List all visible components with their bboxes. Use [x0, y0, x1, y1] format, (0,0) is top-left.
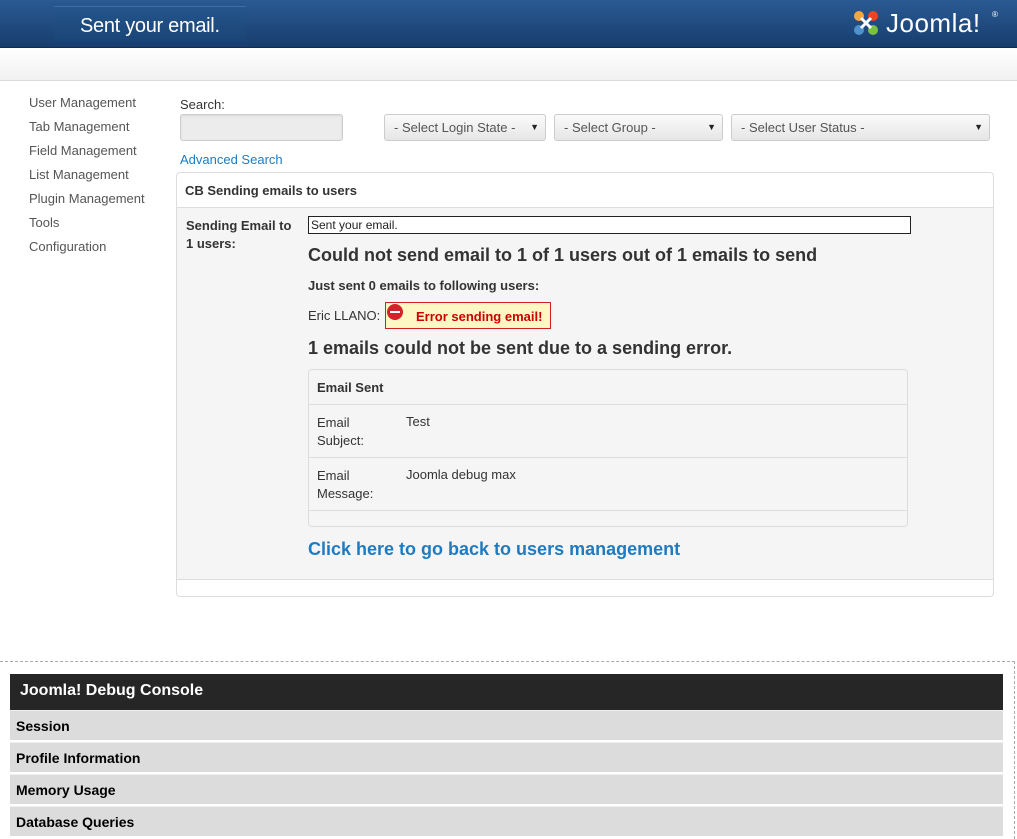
panel-title: CB Sending emails to users — [177, 173, 993, 208]
sending-email-label: Sending Email to 1 users: — [186, 218, 292, 251]
login-state-value: - Select Login State - — [394, 120, 516, 135]
debug-item-profile-information[interactable]: Profile Information — [10, 742, 1003, 772]
user-status-select[interactable]: - Select User Status - ▼ — [731, 114, 990, 141]
recipient-name: Eric LLANO: — [308, 308, 381, 323]
error-stop-icon — [387, 304, 403, 320]
email-subject-row: Email Subject: Test — [309, 405, 907, 458]
email-sent-card: Email Sent Email Subject: Test Email Mes… — [308, 369, 908, 527]
user-status-value: - Select User Status - — [741, 120, 865, 135]
failure-heading: Could not send email to 1 of 1 users out… — [308, 245, 818, 265]
debug-item-memory-usage[interactable]: Memory Usage — [10, 774, 1003, 804]
sidebar-item-list-management[interactable]: List Management — [29, 167, 169, 191]
chevron-down-icon: ▼ — [530, 122, 539, 132]
search-label: Search: — [180, 97, 225, 112]
registered-mark: ® — [992, 10, 998, 19]
panel-body: Sending Email to 1 users: Sent your emai… — [177, 208, 993, 580]
error-badge: Error sending email! — [385, 302, 551, 329]
email-message-key: Email Message: — [317, 468, 374, 501]
email-message-row: Email Message: Joomla debug max — [309, 458, 907, 511]
sidebar-item-user-management[interactable]: User Management — [29, 95, 169, 119]
sent-subject-line: Sent your email. — [308, 216, 911, 234]
email-subject-key: Email Subject: — [317, 415, 364, 448]
group-select[interactable]: - Select Group - ▼ — [554, 114, 723, 141]
sidebar-item-field-management[interactable]: Field Management — [29, 143, 169, 167]
debug-console: Joomla! Debug Console Session Profile In… — [0, 661, 1015, 839]
back-to-users-link[interactable]: Click here to go back to users managemen… — [308, 539, 680, 560]
email-subject-value: Test — [406, 414, 430, 429]
login-state-select[interactable]: - Select Login State - ▼ — [384, 114, 546, 141]
chevron-down-icon: ▼ — [974, 122, 983, 132]
not-sent-heading: 1 emails could not be sent due to a send… — [308, 338, 733, 358]
sending-emails-panel: CB Sending emails to users Sending Email… — [176, 172, 994, 597]
joomla-logo[interactable]: Joomla! ® — [850, 6, 1010, 40]
sidebar-item-configuration[interactable]: Configuration — [29, 239, 169, 263]
debug-console-title: Joomla! Debug Console — [10, 674, 1003, 710]
joomla-logo-icon — [854, 11, 878, 35]
sidebar-item-tools[interactable]: Tools — [29, 215, 169, 239]
search-input[interactable] — [180, 114, 343, 141]
page-title-box: Sent your email. — [54, 6, 246, 42]
sidebar-item-plugin-management[interactable]: Plugin Management — [29, 191, 169, 215]
debug-item-session[interactable]: Session — [10, 710, 1003, 740]
email-sent-title: Email Sent — [309, 370, 907, 405]
sidebar-item-tab-management[interactable]: Tab Management — [29, 119, 169, 143]
subheader-bar — [0, 49, 1017, 81]
chevron-down-icon: ▼ — [707, 122, 716, 132]
just-sent-text: Just sent 0 emails to following users: — [308, 278, 540, 293]
error-text: Error sending email! — [416, 309, 543, 324]
sidebar-nav: User Management Tab Management Field Man… — [29, 95, 169, 263]
advanced-search-link[interactable]: Advanced Search — [180, 152, 283, 167]
email-message-value: Joomla debug max — [406, 467, 516, 482]
logo-text: Joomla! — [886, 8, 981, 38]
page-title: Sent your email. — [80, 15, 220, 37]
top-header-bar: Sent your email. Joomla! ® — [0, 0, 1017, 48]
group-value: - Select Group - — [564, 120, 656, 135]
debug-item-database-queries[interactable]: Database Queries — [10, 806, 1003, 836]
